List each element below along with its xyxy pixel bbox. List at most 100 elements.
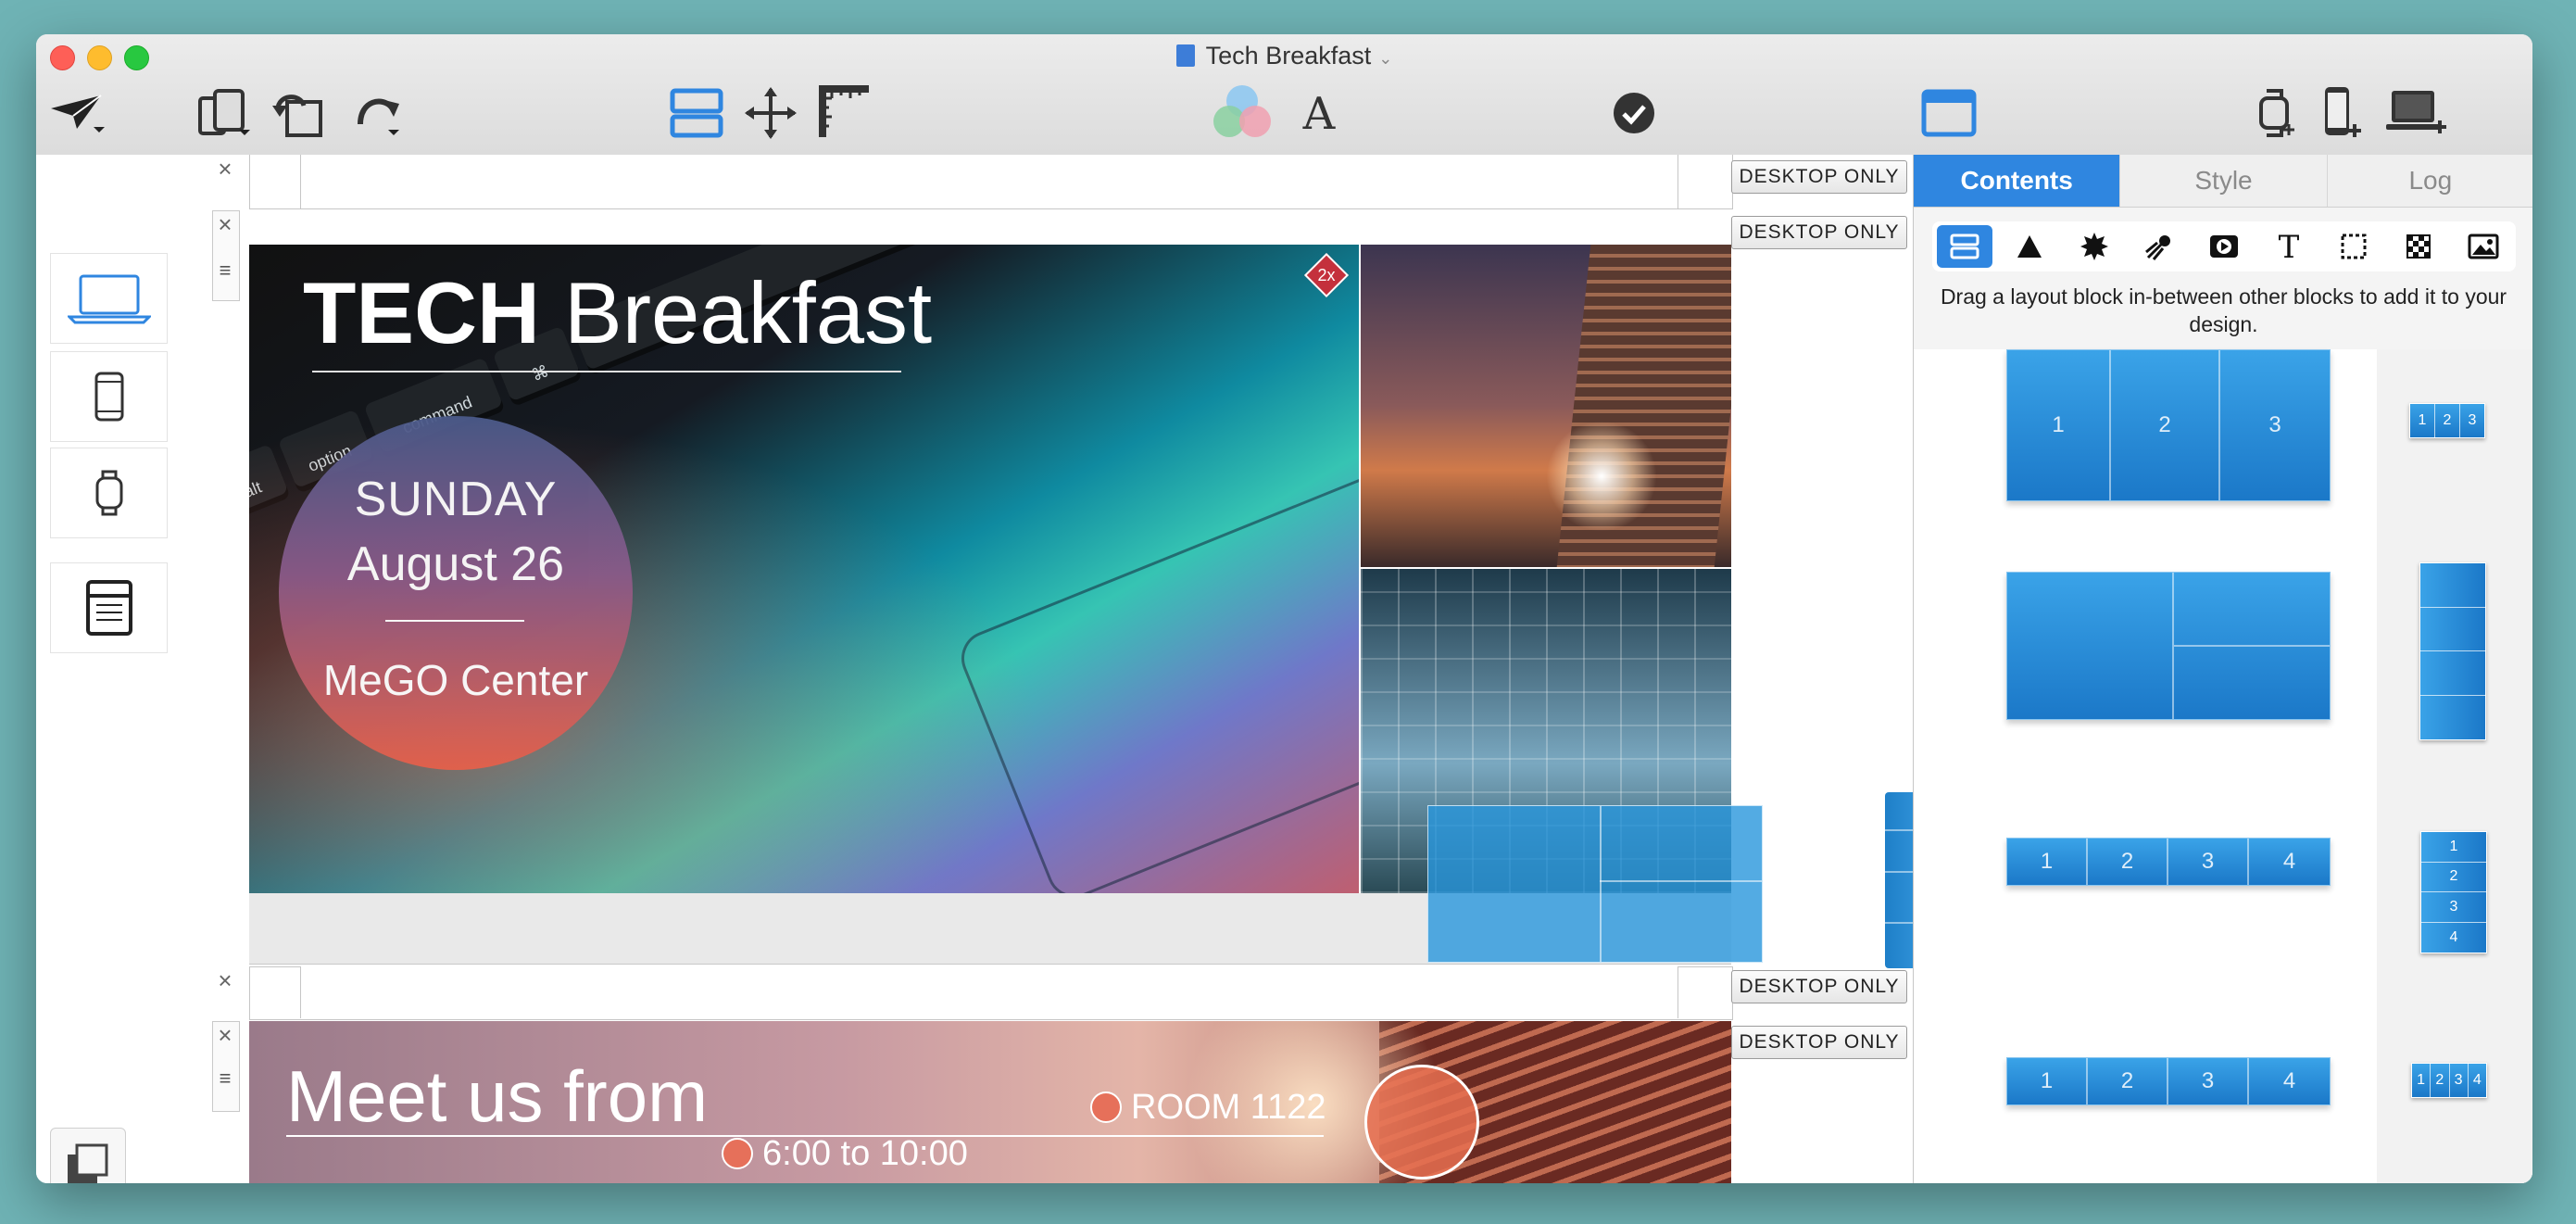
phone-view-button[interactable] xyxy=(50,351,168,442)
spacer-row-3-inner xyxy=(300,966,1678,1018)
remove-row-3-button[interactable]: × xyxy=(212,968,238,994)
shapes-tool[interactable] xyxy=(2002,225,2057,268)
mini-cell: 2 xyxy=(2435,404,2460,437)
add-watch-button[interactable] xyxy=(2248,85,2304,141)
phone-icon xyxy=(94,372,123,422)
add-desktop-button[interactable] xyxy=(2380,85,2454,141)
block-cell: 2 xyxy=(2111,350,2220,500)
bullet-icon xyxy=(722,1138,753,1169)
meet-block[interactable]: Meet us from ROOM 1122 6:00 to 10:00 xyxy=(249,1021,1731,1183)
design-canvas[interactable]: × DESKTOP ONLY × ≡ DESKTOP ONLY command … xyxy=(212,155,1952,1183)
mini-cell: 3 xyxy=(2468,412,2477,428)
event-date-circle[interactable]: SUNDAY August 26 MeGO Center xyxy=(279,416,633,770)
move-tool-button[interactable] xyxy=(738,85,803,141)
layout-blocks-tool[interactable] xyxy=(1937,225,1992,268)
svg-text:T: T xyxy=(2279,232,2300,261)
badges-tool[interactable] xyxy=(2067,225,2122,268)
block-cell xyxy=(2007,573,2174,719)
triangle-icon xyxy=(2017,235,2042,258)
image-icon xyxy=(2468,233,2499,259)
remove-row-2-button[interactable]: × xyxy=(212,212,238,238)
block-cell: 2 xyxy=(2088,839,2168,885)
watch-view-button[interactable] xyxy=(50,448,168,538)
dashed-square-icon xyxy=(2341,233,2367,259)
three-column-block[interactable]: 1 2 3 xyxy=(2006,349,2331,501)
svg-text:A: A xyxy=(1302,90,1337,136)
remove-row-4-button[interactable]: × xyxy=(212,1023,238,1049)
ruler-tool-button[interactable] xyxy=(812,85,877,141)
container-tool[interactable] xyxy=(2326,225,2381,268)
colors-button[interactable] xyxy=(1205,85,1279,141)
event-date: August 26 xyxy=(346,537,565,591)
four-column-block-alt[interactable]: 1 2 3 4 xyxy=(2006,1057,2331,1105)
compact-column xyxy=(2377,349,2532,1183)
remove-row-1-button[interactable]: × xyxy=(212,157,238,183)
titlebar: Tech Breakfast ⌄ A xyxy=(36,34,2532,156)
row-4-menu-icon[interactable]: ≡ xyxy=(216,1066,234,1091)
paper-plane-icon xyxy=(51,95,105,132)
toggle-panel-button[interactable] xyxy=(1916,85,1981,141)
block-cell: 1 xyxy=(2007,350,2111,500)
color-circles-icon xyxy=(1213,85,1271,137)
vertical-four-block[interactable]: 123 4 xyxy=(2420,831,2487,953)
event-day: SUNDAY xyxy=(354,473,558,526)
four-column-block[interactable]: 1 2 3 4 xyxy=(2006,838,2331,886)
room-label[interactable]: ROOM 1122 xyxy=(1090,1088,1326,1128)
window-title[interactable]: Tech Breakfast ⌄ xyxy=(36,42,2532,70)
block-cell: 3 xyxy=(2168,1058,2249,1104)
ribbon-cell xyxy=(2420,696,2485,740)
redo-icon xyxy=(358,98,399,135)
watch-add-icon xyxy=(2259,89,2294,137)
validate-button[interactable] xyxy=(1602,85,1666,141)
ribbon-cell xyxy=(2420,563,2485,608)
block-cell: 2 xyxy=(2088,1058,2168,1104)
desktop-only-tag-1[interactable]: DESKTOP ONLY xyxy=(1731,160,1907,194)
redo-button[interactable] xyxy=(346,85,411,141)
tab-log[interactable]: Log xyxy=(2327,155,2532,207)
row-2-menu-icon[interactable]: ≡ xyxy=(216,259,234,283)
mini-cell: 4 xyxy=(2472,1072,2482,1088)
phone-add-icon xyxy=(2325,87,2361,137)
tab-style[interactable]: Style xyxy=(2120,155,2328,207)
vertical-cell: 4 xyxy=(2449,928,2458,945)
newsletter-view-button[interactable] xyxy=(50,562,168,653)
desktop-view-button[interactable] xyxy=(50,253,168,344)
devices-button[interactable] xyxy=(194,85,258,141)
layers-button[interactable] xyxy=(50,1128,126,1183)
watch-icon xyxy=(95,470,122,516)
publish-button[interactable] xyxy=(45,85,110,141)
dragged-layout-block[interactable] xyxy=(1427,805,1763,963)
app-window: Tech Breakfast ⌄ A × DESKTOP ONLY × ≡ DE… xyxy=(36,34,2532,1183)
hero-title[interactable]: TECH Breakfast xyxy=(303,263,932,363)
text-tool[interactable]: T xyxy=(2261,225,2317,268)
undo-button[interactable] xyxy=(268,85,333,141)
document-icon xyxy=(1175,44,1195,67)
effects-tool[interactable] xyxy=(2131,225,2187,268)
event-divider xyxy=(385,620,524,622)
time-label[interactable]: 6:00 to 10:00 xyxy=(722,1134,968,1174)
desktop-only-tag-2[interactable]: DESKTOP ONLY xyxy=(1731,216,1907,249)
spacer-row-1-inner xyxy=(300,155,1678,208)
ribbon-cell xyxy=(2420,651,2485,696)
vertical-ribbon-block[interactable] xyxy=(2419,562,2486,740)
mini-four-column-block[interactable]: 1234 xyxy=(2411,1063,2487,1098)
mini-cell: 1 xyxy=(2412,1064,2431,1097)
pattern-tool[interactable] xyxy=(2391,225,2446,268)
undo-icon xyxy=(272,95,322,137)
mini-three-column-block[interactable]: 123 xyxy=(2409,403,2485,438)
meet-title[interactable]: Meet us from xyxy=(286,1054,708,1139)
desktop-only-tag-4[interactable]: DESKTOP ONLY xyxy=(1731,1026,1907,1059)
newsletter-icon xyxy=(85,580,132,636)
split-layout-block[interactable] xyxy=(2006,572,2331,720)
add-phone-button[interactable] xyxy=(2313,85,2369,141)
layout-mode-button[interactable] xyxy=(664,85,729,141)
hero-title-light: Breakfast xyxy=(564,264,933,361)
image-tool[interactable] xyxy=(2456,225,2511,268)
hero-block[interactable]: command ⌘ ⌘ command option alt control T… xyxy=(249,245,1359,893)
tab-contents[interactable]: Contents xyxy=(1914,155,2121,207)
desktop-only-tag-3[interactable]: DESKTOP ONLY xyxy=(1731,970,1907,1003)
fonts-button[interactable]: A xyxy=(1287,85,1351,141)
video-tool[interactable] xyxy=(2196,225,2252,268)
ghost-split-h xyxy=(1600,880,1762,882)
sunset-building-photo[interactable] xyxy=(1361,245,1731,567)
